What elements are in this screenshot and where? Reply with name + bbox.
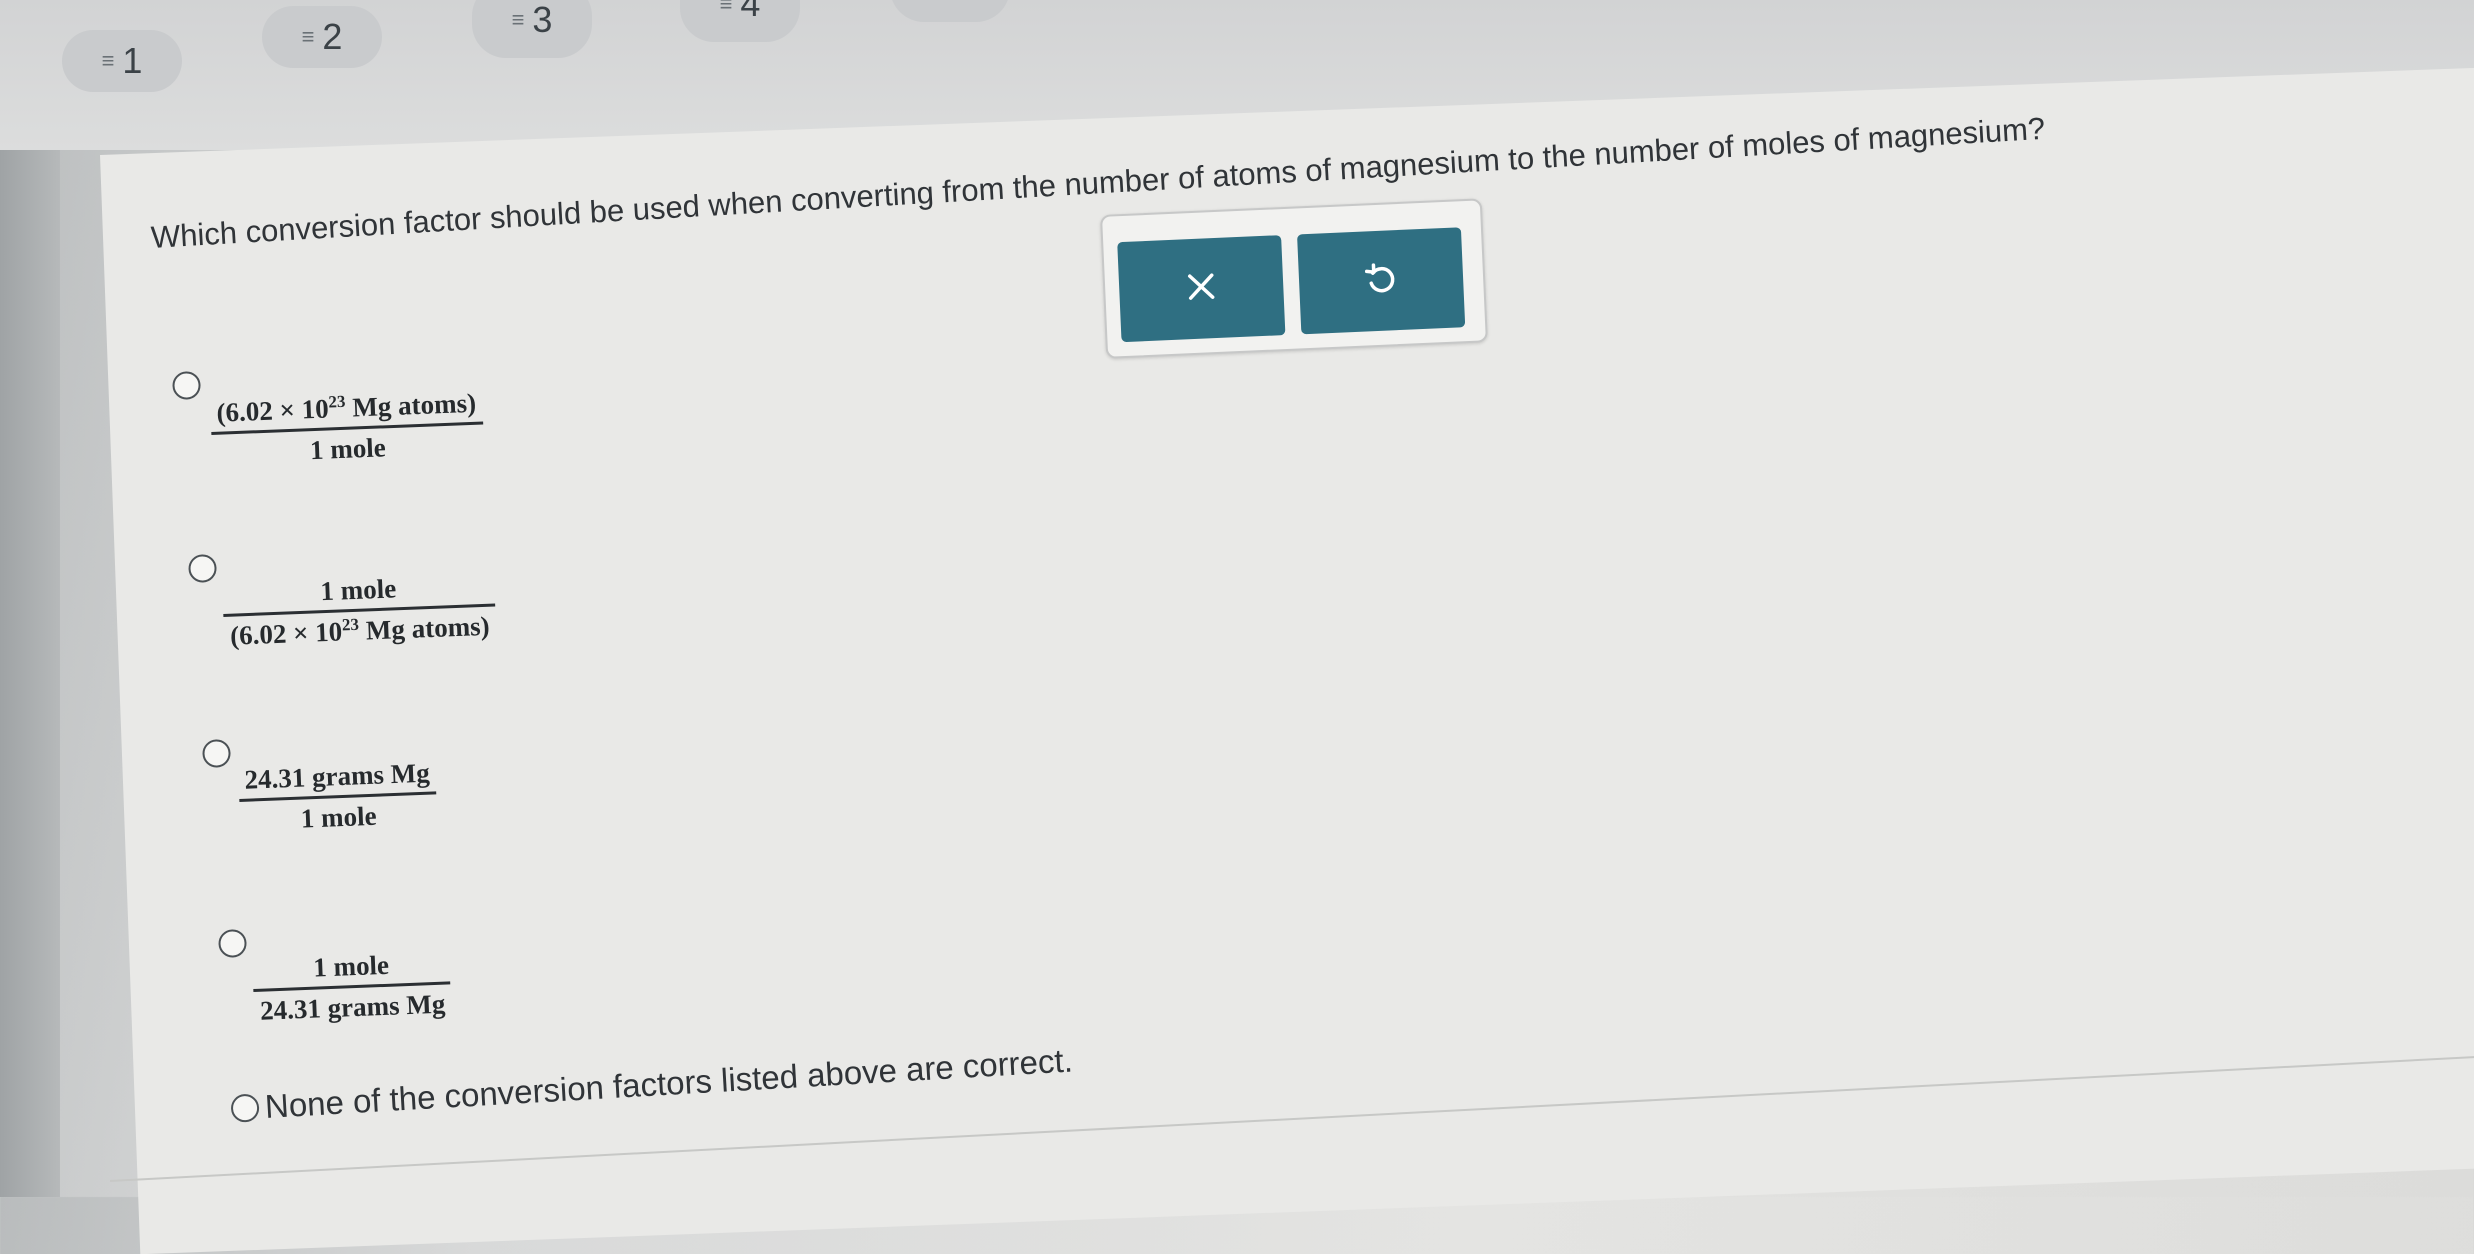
question-nav-label: 4: [740, 0, 761, 24]
list-icon: ≡: [511, 7, 525, 32]
radio-button[interactable]: [172, 370, 202, 400]
fraction-option-4: 1 mole 24.31 grams Mg: [252, 947, 452, 1027]
answer-option-3[interactable]: [202, 738, 232, 768]
question-nav-label: 2: [322, 16, 343, 57]
question-nav-4[interactable]: ≡ 4: [680, 0, 800, 42]
undo-icon: [1362, 260, 1400, 303]
fraction-option-1: (6.02 × 1023 Mg atoms) 1 mole: [210, 388, 484, 470]
undo-button[interactable]: [1297, 227, 1466, 335]
question-nav-3[interactable]: ≡ 3: [472, 0, 592, 58]
fraction-numerator: 24.31 grams Mg: [243, 757, 431, 795]
fraction-denominator: 1 mole: [300, 800, 378, 834]
answer-option-1[interactable]: [172, 370, 202, 400]
radio-button[interactable]: [188, 553, 218, 583]
question-nav-1[interactable]: ≡ 1: [62, 30, 182, 92]
question-nav-label: 3: [532, 0, 553, 40]
answer-tools-panel: [1100, 198, 1488, 359]
list-icon: ≡: [101, 48, 115, 73]
radio-button[interactable]: [218, 928, 248, 958]
fraction-denominator: 1 mole: [309, 432, 387, 466]
fraction-numerator: 1 mole: [319, 573, 397, 607]
close-icon: [1183, 268, 1219, 308]
answer-option-4[interactable]: [218, 928, 248, 958]
question-nav-2[interactable]: ≡ 2: [262, 6, 382, 68]
fraction-numerator: 1 mole: [312, 949, 390, 983]
answer-option-2[interactable]: [188, 553, 218, 583]
fraction-option-3: 24.31 grams Mg 1 mole: [238, 757, 438, 837]
list-icon: ≡: [719, 0, 733, 16]
radio-button[interactable]: [230, 1093, 260, 1123]
page-left-edge: [0, 0, 60, 1197]
list-icon: ≡: [301, 24, 315, 49]
fraction-option-2: 1 mole (6.02 × 1023 Mg atoms): [222, 570, 496, 652]
radio-button[interactable]: [202, 738, 232, 768]
clear-answer-button[interactable]: [1117, 235, 1286, 343]
question-nav-label: 1: [122, 40, 143, 81]
